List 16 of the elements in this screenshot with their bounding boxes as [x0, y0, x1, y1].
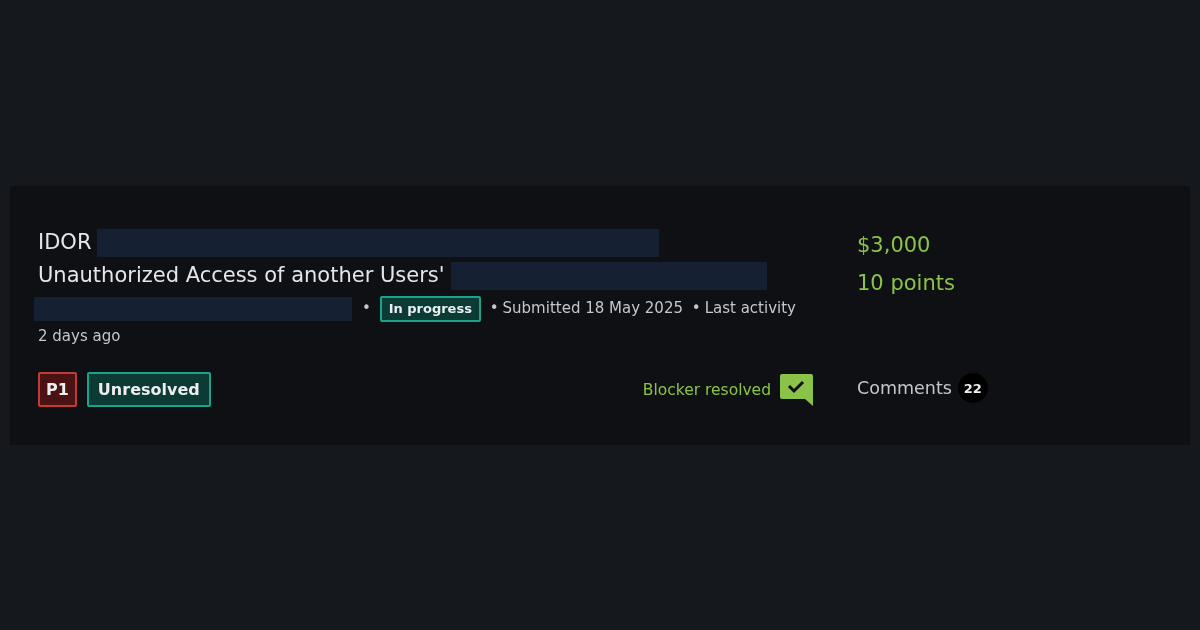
last-activity: Last activity	[704, 299, 796, 317]
report-title[interactable]: IDOR	[38, 226, 92, 259]
points: 10 points	[857, 270, 956, 297]
comments-link[interactable]: Comments	[857, 378, 952, 398]
resolution-badge: Unresolved	[86, 372, 211, 407]
severity-badge: P1	[38, 372, 77, 407]
separator-dot: •	[362, 299, 371, 317]
separator-dot: •	[691, 299, 701, 317]
bounty-amount: $3,000	[857, 232, 932, 259]
report-title[interactable]: Unauthorized Access of another Users'	[38, 259, 445, 292]
blocker-status: Blocker resolved	[642, 380, 771, 399]
separator-dot: •	[489, 299, 499, 317]
state-badge: In progress	[379, 295, 481, 322]
comment-count: 22	[957, 373, 988, 403]
submitted-date: Submitted 18 May 2025	[502, 299, 683, 317]
last-activity-time: 2 days ago	[38, 327, 121, 345]
